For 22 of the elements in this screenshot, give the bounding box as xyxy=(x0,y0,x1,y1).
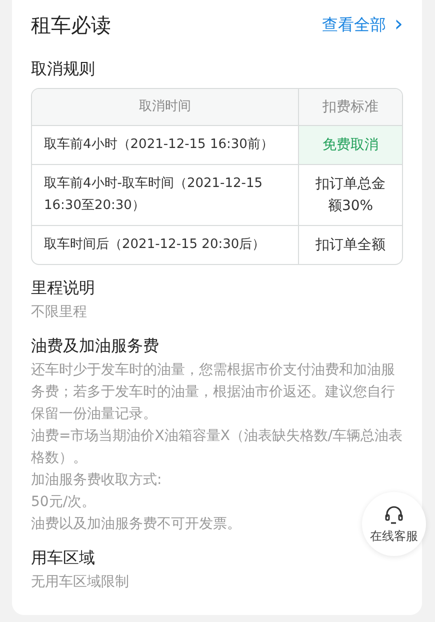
table-cell-text: 取车前4小时-取车时间（2021-12-15 16:30至20:30） xyxy=(43,175,264,215)
view-all-link[interactable]: 查看全部 › xyxy=(322,14,403,36)
table-cell: 扣订单总金额30% xyxy=(298,165,402,225)
section-heading: 里程说明 xyxy=(31,277,96,299)
body-text: 50元/次。 xyxy=(31,493,96,512)
section-heading: 用车区域 xyxy=(31,547,96,569)
table-cell-text: 取车前4小时（2021-12-15 16:30前） xyxy=(43,136,274,154)
body-text: 加油服务费收取方式: xyxy=(31,471,162,490)
headset-icon xyxy=(383,504,405,526)
table-header-cell-text: 取消时间 xyxy=(138,98,192,116)
body-text: 还车时少于发车时的油量，您需根据市价支付油费和加油服务费；若多于发车时的油量，根据油市价返还。建议您自行保留一份油量记录。 xyxy=(31,361,396,424)
table-cell: 免费取消 xyxy=(298,126,402,164)
section-title: 租车必读 xyxy=(31,12,111,38)
body-text: 油费=市场当期油价X油箱容量X（油表缺失格数/车辆总油表格数）。 xyxy=(31,427,403,468)
body-text: 油费以及加油服务费不可开发票。 xyxy=(31,515,241,534)
table-header-cell: 扣费标准 xyxy=(298,89,402,125)
section-heading: 油费及加油服务费 xyxy=(31,335,160,357)
table-cell: 扣订单全额 xyxy=(298,226,402,264)
body-text: 无用车区域限制 xyxy=(31,573,129,592)
table-cell-text: 取车时间后（2021-12-15 20:30后） xyxy=(43,236,266,254)
body-text: 不限里程 xyxy=(31,303,87,322)
section-heading: 取消规则 xyxy=(31,58,96,80)
